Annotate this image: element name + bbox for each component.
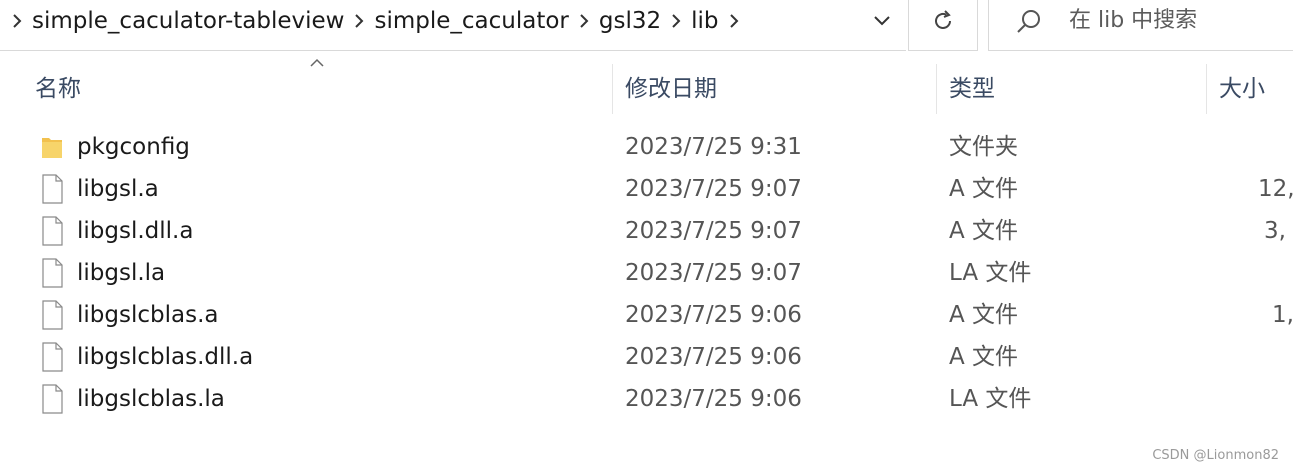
refresh-icon bbox=[935, 9, 951, 29]
address-history-button[interactable] bbox=[860, 0, 904, 42]
file-icon bbox=[42, 258, 63, 288]
chevron-right-icon[interactable] bbox=[663, 0, 689, 42]
search-icon bbox=[1017, 10, 1040, 33]
file-row[interactable]: libgsl.a 2023/7/25 9:07 A 文件 12, bbox=[0, 168, 1293, 210]
column-divider[interactable] bbox=[936, 64, 937, 114]
chevron-right-icon[interactable] bbox=[4, 0, 30, 42]
file-size: 12, bbox=[1258, 176, 1293, 202]
file-date: 2023/7/25 9:07 bbox=[625, 260, 802, 286]
chevron-down-icon bbox=[874, 16, 890, 26]
address-bar[interactable]: simple_caculator-tableview simple_cacula… bbox=[0, 0, 906, 51]
search-box[interactable]: 在 lib 中搜索 bbox=[988, 0, 1293, 51]
column-header-name[interactable]: 名称 bbox=[35, 64, 81, 114]
breadcrumb-item[interactable]: lib bbox=[689, 8, 720, 34]
file-row[interactable]: libgslcblas.la 2023/7/25 9:06 LA 文件 bbox=[0, 378, 1293, 420]
breadcrumb-item[interactable]: simple_caculator-tableview bbox=[30, 8, 346, 34]
file-type: LA 文件 bbox=[949, 260, 1032, 286]
top-bar: simple_caculator-tableview simple_cacula… bbox=[0, 0, 1293, 51]
file-date: 2023/7/25 9:06 bbox=[625, 386, 802, 412]
file-size-cell: 12, bbox=[1208, 168, 1293, 210]
file-type: A 文件 bbox=[949, 302, 1019, 328]
file-date: 2023/7/25 9:07 bbox=[625, 176, 802, 202]
chevron-right-icon[interactable] bbox=[721, 0, 747, 42]
file-icon bbox=[42, 216, 63, 246]
file-name: libgslcblas.la bbox=[77, 386, 225, 412]
file-size-cell: 1, bbox=[1208, 294, 1293, 336]
file-name: pkgconfig bbox=[77, 134, 190, 160]
file-size: 1, bbox=[1272, 302, 1293, 328]
refresh-button[interactable] bbox=[908, 0, 978, 51]
chevron-right-icon[interactable] bbox=[346, 0, 372, 42]
file-type: A 文件 bbox=[949, 176, 1019, 202]
column-header-date[interactable]: 修改日期 bbox=[625, 64, 717, 114]
file-icon bbox=[42, 300, 63, 330]
file-size-cell: 3, bbox=[1208, 210, 1293, 252]
file-type: LA 文件 bbox=[949, 386, 1032, 412]
file-name: libgsl.a bbox=[77, 176, 159, 202]
file-date: 2023/7/25 9:06 bbox=[625, 302, 802, 328]
file-row[interactable]: libgslcblas.a 2023/7/25 9:06 A 文件 1, bbox=[0, 294, 1293, 336]
file-icon bbox=[42, 174, 63, 204]
watermark: CSDN @Lionmon82 bbox=[1152, 448, 1279, 463]
folder-icon bbox=[42, 138, 62, 158]
column-header-row: 名称 修改日期 类型 大小 bbox=[0, 64, 1293, 114]
file-row[interactable]: pkgconfig 2023/7/25 9:31 文件夹 bbox=[0, 126, 1293, 168]
breadcrumb-item[interactable]: gsl32 bbox=[597, 8, 663, 34]
file-date: 2023/7/25 9:06 bbox=[625, 344, 802, 370]
file-date: 2023/7/25 9:07 bbox=[625, 218, 802, 244]
column-header-type[interactable]: 类型 bbox=[949, 64, 995, 114]
file-type: A 文件 bbox=[949, 344, 1019, 370]
file-row[interactable]: libgsl.la 2023/7/25 9:07 LA 文件 bbox=[0, 252, 1293, 294]
chevron-right-icon[interactable] bbox=[571, 0, 597, 42]
column-header-size[interactable]: 大小 bbox=[1219, 64, 1265, 114]
file-name: libgsl.la bbox=[77, 260, 166, 286]
file-name: libgsl.dll.a bbox=[77, 218, 194, 244]
column-divider[interactable] bbox=[1206, 64, 1207, 114]
file-type: A 文件 bbox=[949, 218, 1019, 244]
file-type: 文件夹 bbox=[949, 134, 1018, 160]
breadcrumb-item[interactable]: simple_caculator bbox=[372, 8, 570, 34]
file-size: 3, bbox=[1264, 218, 1286, 244]
file-name: libgslcblas.a bbox=[77, 302, 219, 328]
file-row[interactable]: libgsl.dll.a 2023/7/25 9:07 A 文件 3, bbox=[0, 210, 1293, 252]
file-name: libgslcblas.dll.a bbox=[77, 344, 254, 370]
file-icon bbox=[42, 384, 63, 414]
file-icon bbox=[42, 342, 63, 372]
search-input[interactable]: 在 lib 中搜索 bbox=[1069, 0, 1197, 42]
file-date: 2023/7/25 9:31 bbox=[625, 134, 802, 160]
breadcrumb: simple_caculator-tableview simple_cacula… bbox=[4, 0, 747, 42]
file-row[interactable]: libgslcblas.dll.a 2023/7/25 9:06 A 文件 bbox=[0, 336, 1293, 378]
column-divider[interactable] bbox=[612, 64, 613, 114]
